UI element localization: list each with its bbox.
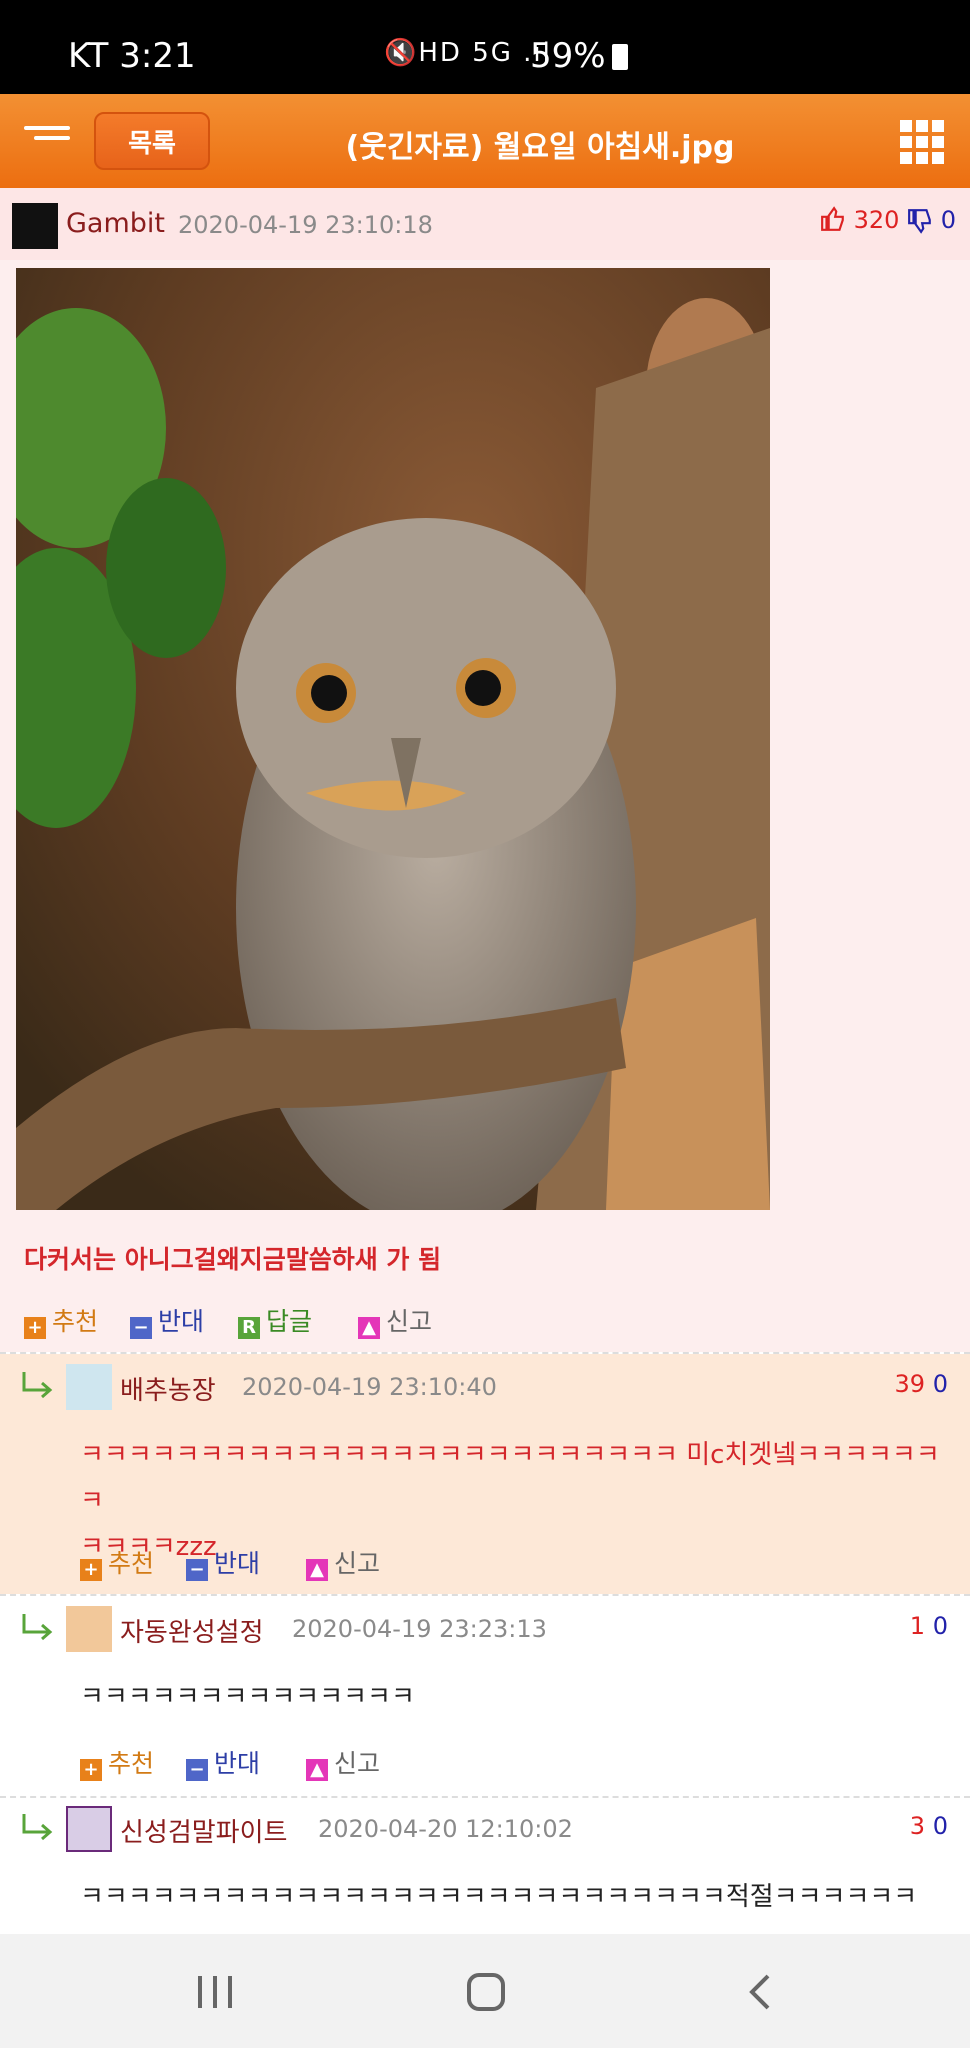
battery-level: 59% [530,36,628,76]
avatar[interactable] [66,1364,112,1410]
reply-r-icon: R [238,1317,260,1339]
reply-arrow-icon [22,1814,53,1841]
plus-icon: + [24,1317,46,1339]
comment-date: 2020-04-19 23:23:13 [292,1615,547,1643]
status-icons: 🔇HD 5G .ıl [384,38,552,68]
back-icon[interactable] [744,1972,774,2012]
comment-author[interactable]: 자동완성설정 [120,1612,264,1649]
post-votes: 320 0 [820,206,956,234]
siren-icon: ▲ [306,1559,328,1581]
divider [0,1796,970,1798]
post-caption: 다커서는 아니그걸왜지금말씀하새 가 됨 [24,1245,442,1274]
list-button[interactable]: 목록 [94,112,210,170]
post-author[interactable]: Gambit [66,208,165,239]
recommend-button[interactable]: + 추천 [80,1544,154,1581]
recent-apps-icon[interactable] [196,1974,236,2010]
recommend-button[interactable]: + 추천 [24,1302,98,1339]
oppose-button[interactable]: − 반대 [130,1302,204,1339]
minus-icon: − [186,1759,208,1781]
minus-icon: − [186,1559,208,1581]
comment-author[interactable]: 신성검말파이트 [120,1812,287,1849]
comment-author[interactable]: 배추농장 [120,1370,216,1407]
recommend-button[interactable]: + 추천 [80,1744,154,1781]
upvote-count: 320 [853,206,900,234]
comment-date: 2020-04-20 12:10:02 [318,1815,573,1843]
reply-arrow-icon [22,1614,53,1641]
carrier-time: KT 3:21 [68,36,196,76]
downvote-count: 0 [940,206,957,234]
report-button[interactable]: ▲ 신고 [306,1744,380,1781]
report-button[interactable]: ▲ 신고 [358,1302,432,1339]
minus-icon: − [130,1317,152,1339]
plus-icon: + [80,1559,102,1581]
siren-icon: ▲ [306,1759,328,1781]
plus-icon: + [80,1759,102,1781]
comment-votes: 3 0 [909,1812,948,1840]
apps-grid-icon[interactable] [900,120,944,164]
divider [0,1594,970,1596]
avatar[interactable] [66,1806,112,1852]
reply-arrow-icon [22,1372,53,1399]
home-icon[interactable] [466,1972,506,2012]
thumbs-up-icon[interactable] [820,206,846,232]
system-nav-bar [0,1934,970,2048]
oppose-button[interactable]: − 반대 [186,1744,260,1781]
menu-icon[interactable] [24,126,70,154]
comment-date: 2020-04-19 23:10:40 [242,1373,497,1401]
status-bar: KT 3:21 🔇HD 5G .ıl 59% [0,0,970,94]
oppose-button[interactable]: − 반대 [186,1544,260,1581]
battery-icon [611,44,628,70]
siren-icon: ▲ [358,1317,380,1339]
reply-button[interactable]: R 답글 [238,1302,312,1339]
avatar[interactable] [12,203,58,249]
comment-text: ㅋㅋㅋㅋㅋㅋㅋㅋㅋㅋㅋㅋㅋㅋ [80,1682,415,1712]
post-image [16,268,770,1210]
page-title: (웃긴자료) 월요일 아침새.jpg [345,130,735,165]
avatar[interactable] [66,1606,112,1652]
comment-votes: 39 0 [894,1370,948,1398]
thumbs-down-icon[interactable] [907,208,933,234]
report-button[interactable]: ▲ 신고 [306,1544,380,1581]
post-date: 2020-04-19 23:10:18 [178,211,433,239]
comment-votes: 1 0 [909,1612,948,1640]
